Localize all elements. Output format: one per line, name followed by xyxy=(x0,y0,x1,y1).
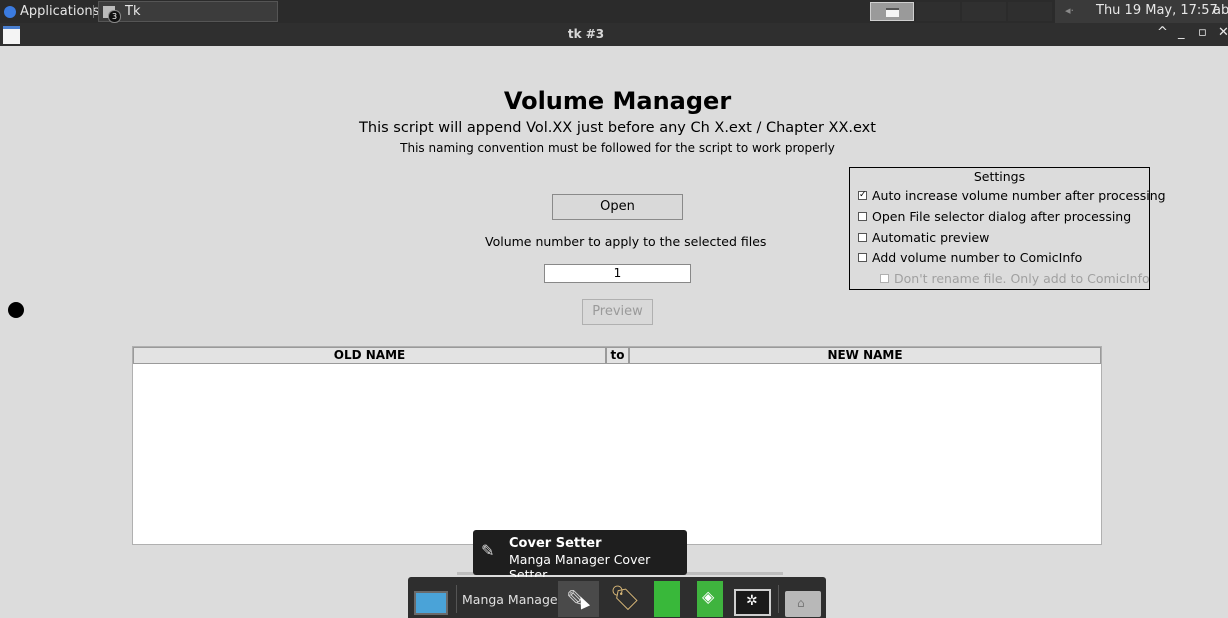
dock-separator xyxy=(456,585,457,613)
app-subtitle: This script will append Vol.XX just befo… xyxy=(359,120,876,136)
pipette-icon: ✎ xyxy=(481,541,495,560)
dock-item-screen[interactable] xyxy=(412,581,450,617)
home-icon: ⌂ xyxy=(797,596,805,610)
close-button[interactable]: ✕ xyxy=(1218,25,1228,40)
maximize-button[interactable]: ▫ xyxy=(1198,25,1207,40)
volume-icon[interactable]: ◂· xyxy=(1065,4,1074,17)
dock-group-label[interactable]: Manga Manager xyxy=(462,592,563,607)
volume-number-input[interactable]: 1 xyxy=(544,264,691,283)
workspace-1[interactable] xyxy=(870,2,914,21)
tooltip-title: Cover Setter xyxy=(509,536,602,551)
window-count-badge: 3 xyxy=(108,9,121,23)
dock: Manga Manager ✎ 🏷 ◈ ✲ ⌂ xyxy=(408,577,826,618)
system-tray: ◂· Thu 19 May, 17:57 ab xyxy=(1055,0,1228,23)
clock[interactable]: Thu 19 May, 17:57 xyxy=(1096,3,1218,18)
epub-icon: ◈ xyxy=(702,587,715,606)
window-group-icon: 3 xyxy=(103,5,121,23)
automatic-preview-label: Automatic preview xyxy=(872,230,990,245)
auto-increase-checkbox[interactable]: ✓ xyxy=(858,191,867,200)
shade-button[interactable]: ^ xyxy=(1157,25,1168,40)
dock-tooltip: ✎ Cover Setter Manga Manager Cover Sette… xyxy=(473,530,687,582)
minimize-button[interactable]: _ xyxy=(1178,25,1185,40)
screen-icon xyxy=(414,591,448,615)
dock-item-tagger[interactable]: 🏷 xyxy=(604,581,644,617)
auto-increase-label: Auto increase volume number after proces… xyxy=(872,188,1166,203)
dock-separator xyxy=(778,585,779,613)
preview-button[interactable]: Preview xyxy=(582,299,653,325)
dock-item-settings[interactable]: ✲ xyxy=(734,581,772,617)
window-title: tk #3 xyxy=(567,27,605,41)
gear-icon: ✲ xyxy=(746,593,758,609)
column-header-old-name[interactable]: OLD NAME xyxy=(133,347,606,364)
rename-preview-table: OLD NAME to NEW NAME xyxy=(132,346,1102,545)
add-to-comicinfo-label: Add volume number to ComicInfo xyxy=(872,250,1083,265)
workspace-3[interactable] xyxy=(962,2,1006,21)
automatic-preview-checkbox[interactable] xyxy=(858,233,867,242)
app-title: Volume Manager xyxy=(503,87,732,115)
add-to-comicinfo-checkbox[interactable] xyxy=(858,253,867,262)
user-menu[interactable]: ab xyxy=(1213,3,1228,18)
workspace-2[interactable] xyxy=(916,2,960,21)
settings-panel: Settings ✓ Auto increase volume number a… xyxy=(849,167,1166,290)
dont-rename-option: Don't rename file. Only add to ComicInfo xyxy=(880,271,1150,286)
panel-separator xyxy=(93,5,94,18)
naming-convention-note: This naming convention must be followed … xyxy=(400,141,835,155)
add-to-comicinfo-option[interactable]: Add volume number to ComicInfo xyxy=(858,250,1082,265)
tag-icon: 🏷 xyxy=(610,584,641,612)
window-titlebar[interactable]: tk #3 ^ _ ▫ ✕ xyxy=(0,23,1228,46)
dock-item-epub[interactable]: ◈ xyxy=(697,581,723,617)
dont-rename-label: Don't rename file. Only add to ComicInfo xyxy=(894,271,1150,286)
window-thumbnail-icon xyxy=(886,8,899,17)
automatic-preview-option[interactable]: Automatic preview xyxy=(858,230,989,245)
open-file-selector-checkbox[interactable] xyxy=(858,212,867,221)
xfce-logo-icon xyxy=(4,5,16,18)
open-file-selector-label: Open File selector dialog after processi… xyxy=(872,209,1132,224)
volume-number-label: Volume number to apply to the selected f… xyxy=(485,234,767,249)
column-header-new-name[interactable]: NEW NAME xyxy=(629,347,1101,364)
dont-rename-checkbox xyxy=(880,274,889,283)
settings-title: Settings xyxy=(973,169,1026,184)
applications-label: Applications xyxy=(20,4,100,19)
applications-menu-button[interactable]: Applications xyxy=(0,0,103,23)
workspace-4[interactable] xyxy=(1008,2,1052,21)
taskbar-item-label: Tk xyxy=(125,4,141,19)
dock-item-home-folder[interactable]: ⌂ xyxy=(784,581,822,617)
status-indicator-dot xyxy=(8,302,24,318)
dock-item-book[interactable] xyxy=(654,581,680,617)
open-button[interactable]: Open xyxy=(552,194,683,220)
top-panel: Applications 3 Tk ◂· Thu 19 May, 17:57 a… xyxy=(0,0,1228,23)
open-file-selector-option[interactable]: Open File selector dialog after processi… xyxy=(858,209,1131,224)
column-header-to[interactable]: to xyxy=(606,347,629,364)
auto-increase-option[interactable]: ✓ Auto increase volume number after proc… xyxy=(858,188,1166,203)
taskbar-item-tk[interactable]: 3 Tk xyxy=(98,1,278,23)
